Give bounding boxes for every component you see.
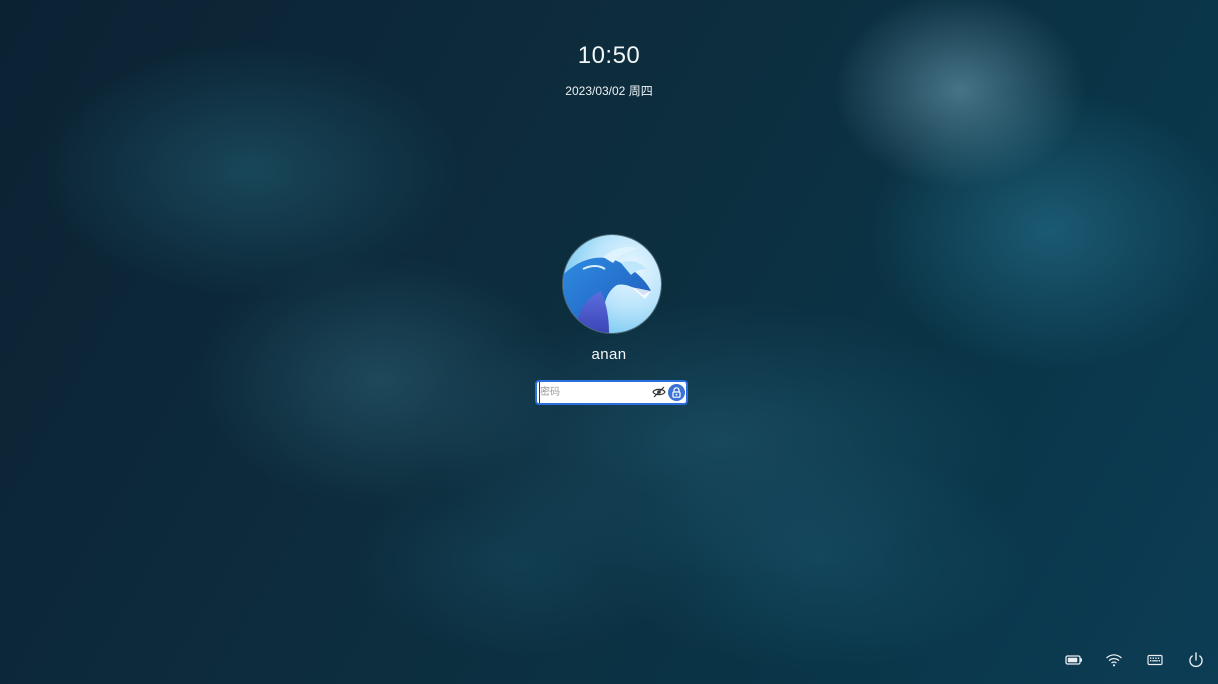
- password-input[interactable]: [539, 382, 648, 403]
- password-field-container: [535, 380, 688, 405]
- clock-date: 2023/03/02 周四: [565, 84, 653, 98]
- lock-screen: 10:50 2023/03/02 周四 anan: [0, 0, 1218, 684]
- dragon-avatar-icon: [563, 235, 661, 333]
- wifi-icon[interactable]: [1104, 650, 1124, 670]
- username: anan: [591, 346, 627, 363]
- clock-time: 10:50: [577, 42, 641, 69]
- unlock-icon: [672, 387, 681, 398]
- unlock-button[interactable]: [668, 384, 685, 401]
- eye-hidden-icon[interactable]: [652, 385, 666, 399]
- keyboard-icon[interactable]: [1145, 650, 1165, 670]
- power-icon[interactable]: [1186, 650, 1206, 670]
- battery-icon[interactable]: [1064, 650, 1084, 670]
- system-tray: [1060, 650, 1210, 670]
- user-avatar[interactable]: [563, 235, 661, 333]
